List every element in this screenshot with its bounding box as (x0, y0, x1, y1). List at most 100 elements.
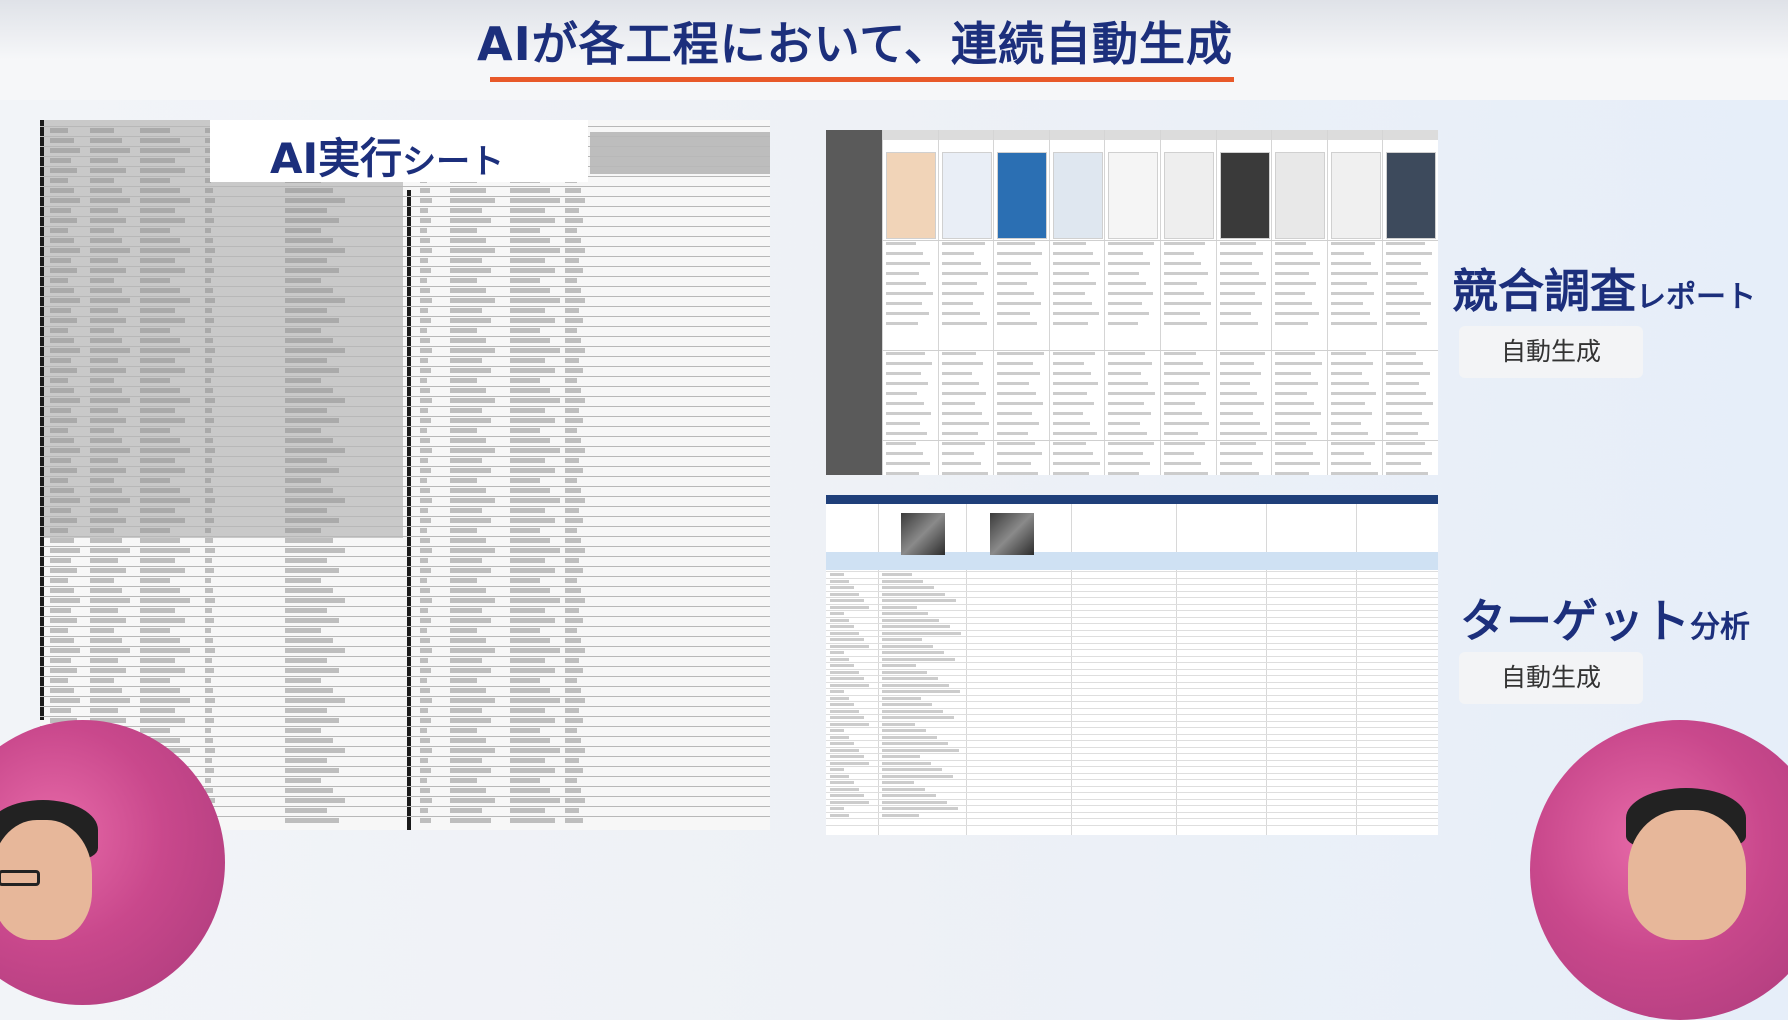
report-text (1108, 412, 1152, 415)
sheet-row-line (40, 536, 770, 537)
target-label-small: 分析 (1690, 610, 1750, 645)
sheet-cell (90, 168, 126, 173)
sheet-cell (90, 598, 130, 603)
sheet-cell (205, 768, 214, 773)
target-text (882, 625, 950, 628)
sheet-cell (205, 348, 215, 353)
sheet-cell (510, 768, 555, 773)
sheet-row-line (40, 316, 770, 317)
report-text (1052, 442, 1086, 445)
sheet-cell (510, 668, 555, 673)
report-text (886, 352, 925, 355)
sheet-cell (50, 528, 68, 533)
target-text (830, 755, 864, 758)
target-text (830, 586, 854, 589)
target-text (830, 807, 844, 810)
target-text (830, 742, 854, 745)
target-row-line (826, 610, 1438, 611)
sheet-cell (285, 458, 327, 463)
sheet-row-line (40, 296, 770, 297)
sheet-cell (205, 398, 215, 403)
sheet-cell (90, 418, 126, 423)
report-text (941, 272, 988, 275)
target-text (882, 742, 948, 745)
sheet-cell (140, 498, 190, 503)
sheet-cell (285, 288, 333, 293)
sheet-cell (565, 788, 581, 793)
sheet-cell (205, 578, 211, 583)
report-text (1386, 282, 1418, 285)
sheet-cell (140, 728, 170, 733)
target-row-line (826, 746, 1438, 748)
sheet-cell (285, 408, 327, 413)
report-text (1052, 432, 1097, 435)
sheet-cell (90, 188, 122, 193)
target-text (882, 787, 925, 791)
sheet-cell (140, 298, 190, 303)
sheet-cell (420, 428, 428, 433)
sheet-cell (420, 368, 431, 373)
sheet-row-line (40, 476, 770, 477)
target-text (882, 696, 921, 700)
sheet-cell (205, 298, 215, 303)
report-text (1386, 432, 1419, 435)
sheet-cell (90, 578, 114, 583)
sheet-cell (50, 268, 77, 273)
target-row-line (826, 694, 1438, 696)
sheet-cell (565, 358, 579, 363)
sheet-cell (565, 368, 583, 373)
sheet-cell (140, 278, 170, 283)
sheet-cell (50, 168, 77, 173)
sheet-cell (50, 658, 71, 663)
sheet-cell (205, 738, 213, 743)
sheet-cell (565, 228, 577, 233)
sheet-cell (205, 478, 211, 483)
sheet-cell (50, 678, 68, 683)
sheet-cell (510, 518, 555, 523)
sheet-cell (140, 408, 175, 413)
sheet-cell (90, 368, 126, 373)
sheet-row-line (40, 586, 770, 587)
sheet-row-line (40, 356, 770, 357)
sheet-cell (205, 488, 213, 493)
report-text (1386, 472, 1429, 475)
report-text (1330, 282, 1367, 285)
target-row-line (826, 571, 1438, 572)
sheet-cell (510, 498, 560, 503)
sheet-cell (140, 248, 190, 253)
sheet-row-line (40, 276, 770, 277)
report-text (1330, 372, 1362, 375)
target-row-line (826, 798, 1438, 800)
sheet-row-line (40, 486, 770, 487)
report-column-line (1215, 130, 1217, 475)
sheet-cell (420, 548, 432, 553)
sheet-cell (510, 388, 550, 393)
report-text (886, 462, 930, 465)
report-text (1164, 372, 1210, 375)
report-text (1275, 352, 1316, 355)
report-text (1330, 472, 1378, 475)
sheet-cell (50, 218, 77, 223)
target-row-line (826, 688, 1438, 689)
report-text (886, 252, 923, 255)
sheet-cell (140, 208, 175, 213)
sheet-cell (510, 278, 540, 283)
sheet-cell (450, 448, 495, 453)
sheet-row-line (40, 566, 770, 567)
report-row-line (882, 240, 1438, 241)
sheet-cell (565, 758, 579, 763)
target-text (882, 664, 916, 667)
sheet-cell (140, 328, 170, 333)
sheet-cell (450, 558, 482, 563)
report-text (1275, 442, 1307, 445)
sheet-cell (450, 338, 486, 343)
sheet-cell (90, 568, 126, 573)
target-row-line (826, 623, 1438, 624)
sheet-cell (565, 698, 585, 703)
target-text (882, 638, 922, 641)
report-text (1219, 402, 1264, 405)
sheet-cell (50, 178, 68, 183)
sheet-cell (50, 608, 71, 613)
sheet-cell (90, 488, 122, 493)
sheet-cell (50, 318, 77, 323)
